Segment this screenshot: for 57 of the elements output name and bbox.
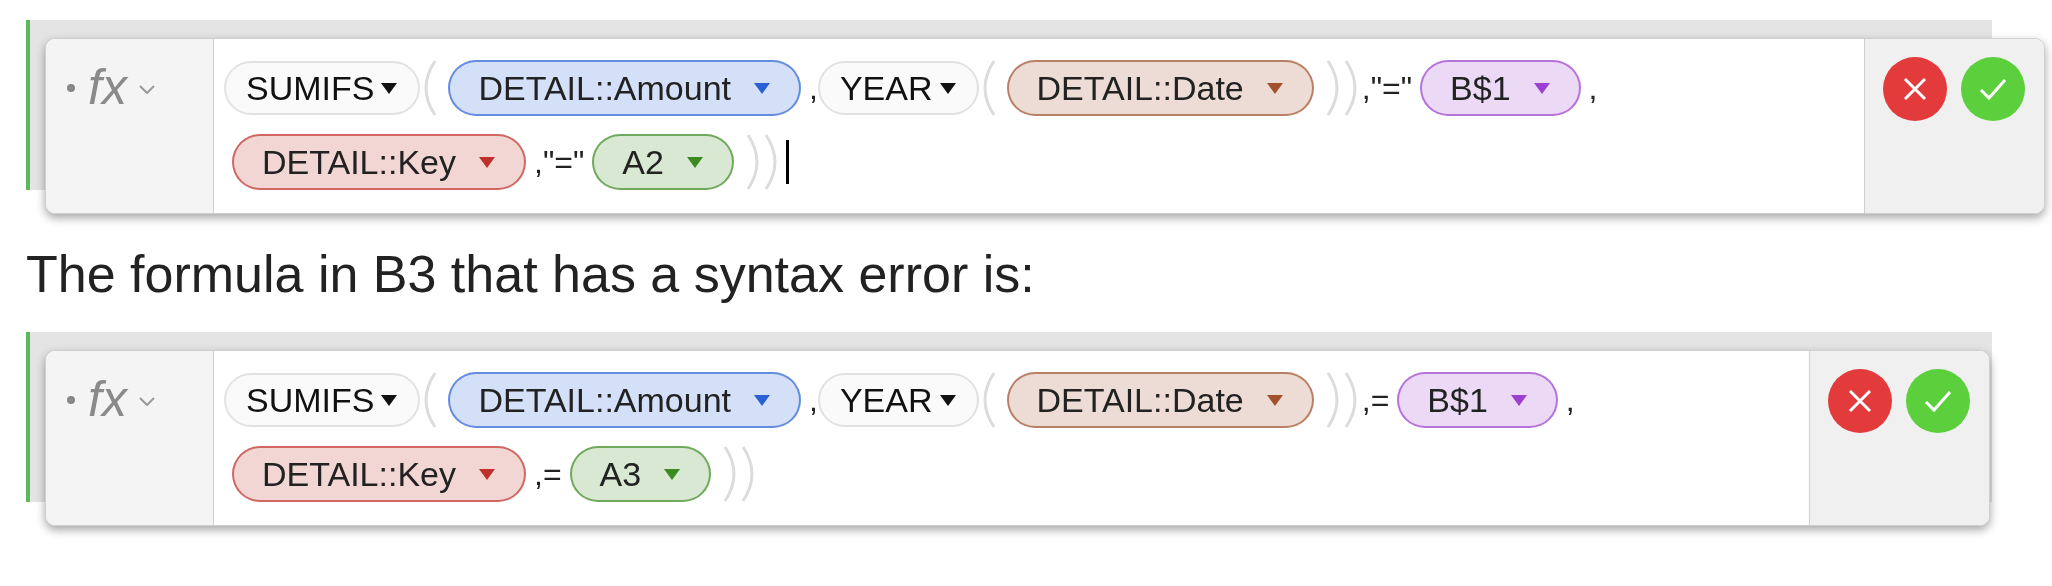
reference-token[interactable]: DETAIL::Key (232, 446, 526, 502)
reference-token[interactable]: DETAIL::Amount (448, 60, 802, 116)
close-paren-icon (745, 133, 778, 191)
formula-editor[interactable]: fx SUMIFS DETAIL::Amount , YEAR DETAIL::Date ,= B$1 , DETAIL::Key ,= A3 (45, 350, 1990, 526)
operator-text: ,"=" (1361, 69, 1413, 108)
caret-icon (1265, 393, 1284, 407)
function-token[interactable]: SUMIFS (224, 61, 421, 115)
caret-icon (1509, 393, 1528, 407)
open-paren-icon (982, 59, 995, 117)
close-icon (1902, 76, 1928, 102)
function-token[interactable]: YEAR (817, 373, 979, 427)
paragraph-text: The formula in B3 that has a syntax error is: (25, 244, 1036, 305)
operator-text: , (1565, 381, 1575, 420)
caret-icon (753, 81, 772, 95)
caret-icon (938, 393, 957, 407)
close-icon (1847, 388, 1873, 414)
open-paren-icon (424, 59, 437, 117)
caret-icon (938, 81, 957, 95)
function-token[interactable]: YEAR (817, 61, 979, 115)
checkmark-icon (1979, 77, 2007, 101)
dot-icon (66, 395, 76, 405)
reference-token[interactable]: DETAIL::Amount (448, 372, 802, 428)
operator-text: , (809, 69, 818, 108)
function-token[interactable]: SUMIFS (224, 373, 421, 427)
caret-icon (478, 155, 496, 169)
caret-icon (478, 467, 496, 481)
close-paren-icon (723, 445, 756, 503)
caret-icon (380, 393, 399, 407)
open-paren-icon (982, 371, 995, 429)
operator-text: ,= (1361, 381, 1390, 420)
function-label: fx (88, 373, 127, 425)
reference-token[interactable]: DETAIL::Date (1006, 60, 1314, 116)
chevron-down-icon (138, 397, 155, 406)
reference-token[interactable]: A2 (592, 134, 734, 190)
caret-icon (685, 155, 704, 169)
reference-token[interactable]: B$1 (1397, 372, 1558, 428)
open-paren-icon (424, 371, 437, 429)
operator-text: ,"=" (534, 143, 585, 182)
reference-token[interactable]: B$1 (1420, 60, 1581, 116)
caret-icon (663, 467, 682, 481)
caret-icon (1532, 81, 1551, 95)
operator-text: ,= (534, 455, 562, 494)
formula-editor[interactable]: fx SUMIFS DETAIL::Amount , YEAR DETAIL::Date ,"=" B$1 , DETAIL::Key ,"=" A2 (45, 38, 2045, 214)
chevron-down-icon (138, 85, 155, 94)
function-label: fx (88, 61, 127, 113)
operator-text: , (809, 381, 818, 420)
reference-token[interactable]: DETAIL::Date (1006, 372, 1314, 428)
operator-text: , (1588, 69, 1598, 108)
caret-icon (380, 81, 399, 95)
dot-icon (66, 83, 76, 93)
caret-icon (1265, 81, 1284, 95)
checkmark-icon (1924, 389, 1952, 413)
reference-token[interactable]: A3 (569, 446, 712, 502)
close-paren-icon (1325, 59, 1358, 117)
close-paren-icon (1325, 371, 1358, 429)
caret-icon (753, 393, 772, 407)
reference-token[interactable]: DETAIL::Key (232, 134, 526, 190)
